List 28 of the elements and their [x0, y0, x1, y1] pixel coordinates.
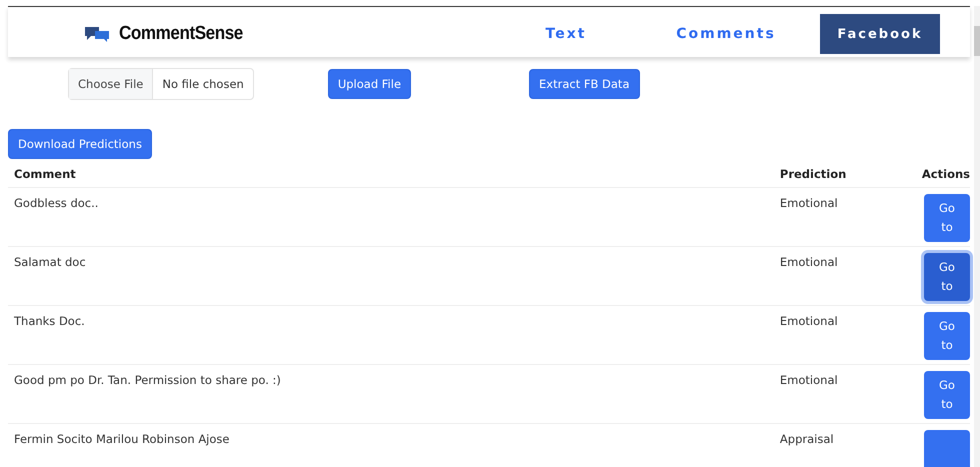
chat-bubbles-icon [84, 26, 110, 42]
go-to-button[interactable]: Go to [924, 312, 970, 360]
go-to-button[interactable] [924, 430, 970, 467]
column-header: Prediction [780, 167, 846, 181]
column-header: Actions [922, 167, 970, 181]
file-input[interactable]: Choose File No file chosen [68, 68, 254, 100]
go-to-button[interactable]: Go to [924, 194, 970, 242]
comment-text: Good pm po Dr. Tan. Permission to share po. :) [14, 373, 281, 387]
upload-button[interactable]: Upload File [328, 69, 412, 99]
prediction-text: Emotional [780, 196, 838, 210]
comment-text: Thanks Doc. [14, 314, 85, 328]
nav-tab[interactable]: Comments [656, 14, 796, 54]
nav-tab[interactable]: Text [506, 14, 626, 54]
go-to-button[interactable]: Go to [924, 253, 970, 301]
prediction-text: Emotional [780, 255, 838, 269]
extract-button[interactable]: Extract FB Data [529, 69, 640, 99]
brand-name: CommentSense [119, 23, 243, 45]
comment-text: Fermin Socito Marilou Robinson Ajose [14, 432, 230, 446]
go-to-button[interactable]: Go to [924, 371, 970, 419]
download-button[interactable]: Download Predictions [8, 129, 152, 159]
prediction-text: Appraisal [780, 432, 834, 446]
column-header: Comment [14, 167, 76, 181]
nav-tab[interactable]: Facebook [820, 14, 940, 54]
prediction-text: Emotional [780, 314, 838, 328]
comment-text: Godbless doc.. [14, 196, 98, 210]
scrollbar[interactable] [974, 6, 980, 467]
comment-text: Salamat doc [14, 255, 86, 269]
prediction-text: Emotional [780, 373, 838, 387]
